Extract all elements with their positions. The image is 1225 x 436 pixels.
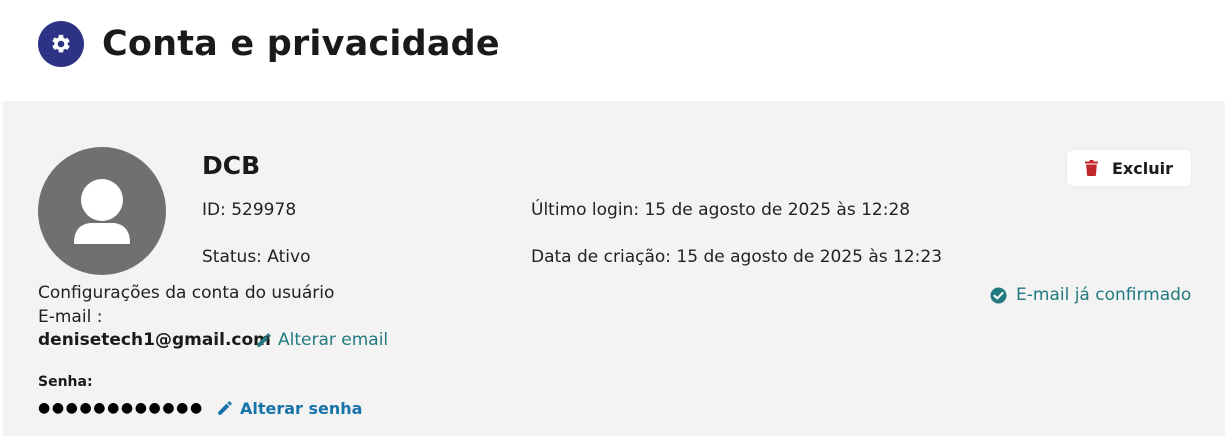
profile-name: DCB: [202, 151, 261, 180]
profile-id: ID: 529978: [202, 200, 297, 220]
page-title: Conta e privacidade: [102, 24, 500, 64]
pencil-icon: [218, 401, 232, 415]
avatar: [38, 147, 166, 275]
page-header: Conta e privacidade: [0, 0, 1225, 100]
check-circle-icon: [990, 286, 1007, 304]
trash-icon: [1085, 160, 1098, 176]
change-password-label: Alterar senha: [240, 398, 363, 418]
email-confirmed-status: E-mail já confirmado: [990, 283, 1191, 307]
password-mask: ●●●●●●●●●●●●: [38, 400, 204, 416]
email-label: E-mail :: [38, 307, 103, 327]
settings-section-title: Configurações da conta do usuário: [38, 283, 335, 303]
change-password-link[interactable]: Alterar senha: [216, 396, 362, 420]
user-icon: [74, 179, 130, 244]
pencil-icon: [257, 333, 271, 347]
last-login: Último login: 15 de agosto de 2025 às 12…: [531, 200, 911, 220]
creation-date: Data de criação: 15 de agosto de 2025 às…: [531, 247, 943, 267]
gear-icon: [38, 21, 84, 67]
email-confirmed-text: E-mail já confirmado: [1016, 285, 1192, 305]
delete-account-button[interactable]: Excluir: [1067, 150, 1191, 186]
profile-status: Status: Ativo: [202, 247, 311, 267]
password-label: Senha:: [38, 374, 93, 390]
change-email-label: Alterar email: [278, 330, 389, 350]
delete-button-label: Excluir: [1112, 158, 1173, 178]
email-value: denisetech1@gmail.com: [38, 330, 271, 350]
change-email-link[interactable]: Alterar email: [255, 328, 388, 352]
